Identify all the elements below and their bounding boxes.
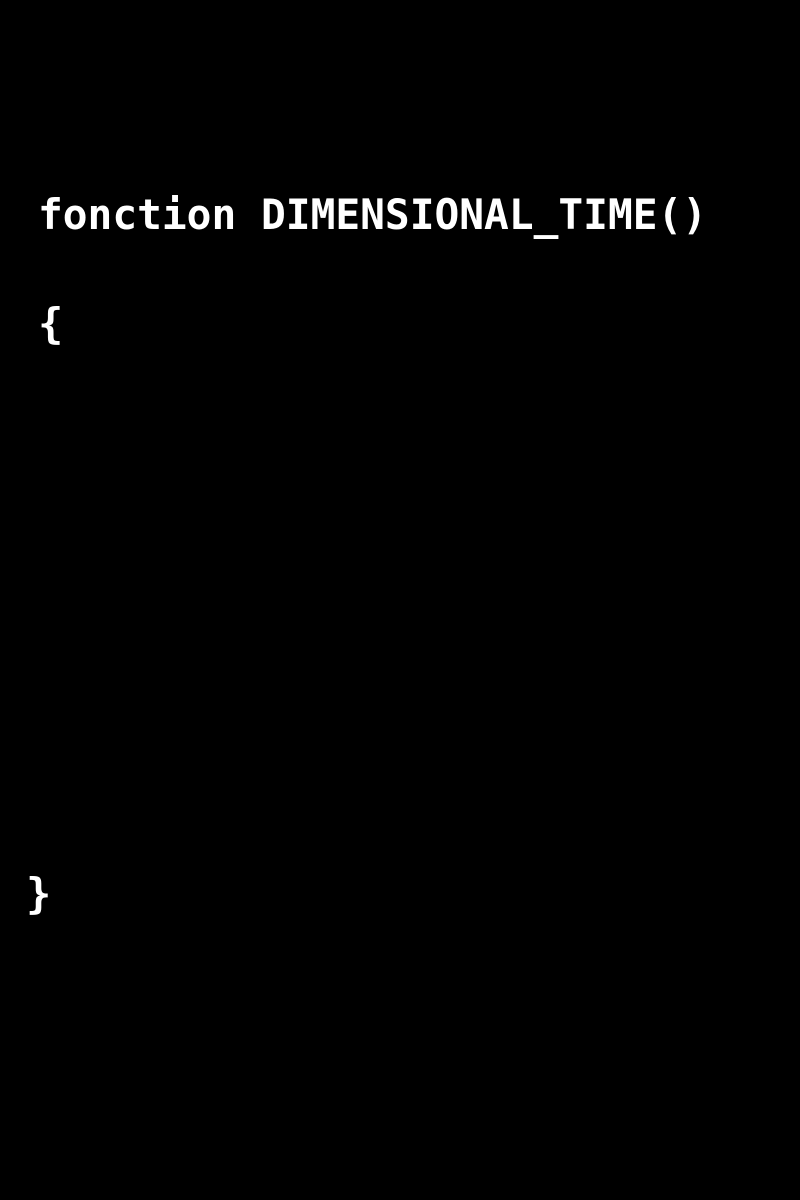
function-signature: fonction DIMENSIONAL_TIME() — [38, 190, 708, 239]
code-screen: fonction DIMENSIONAL_TIME() { } — [0, 0, 800, 1200]
closing-brace: } — [26, 869, 53, 918]
opening-brace: { — [38, 299, 65, 348]
